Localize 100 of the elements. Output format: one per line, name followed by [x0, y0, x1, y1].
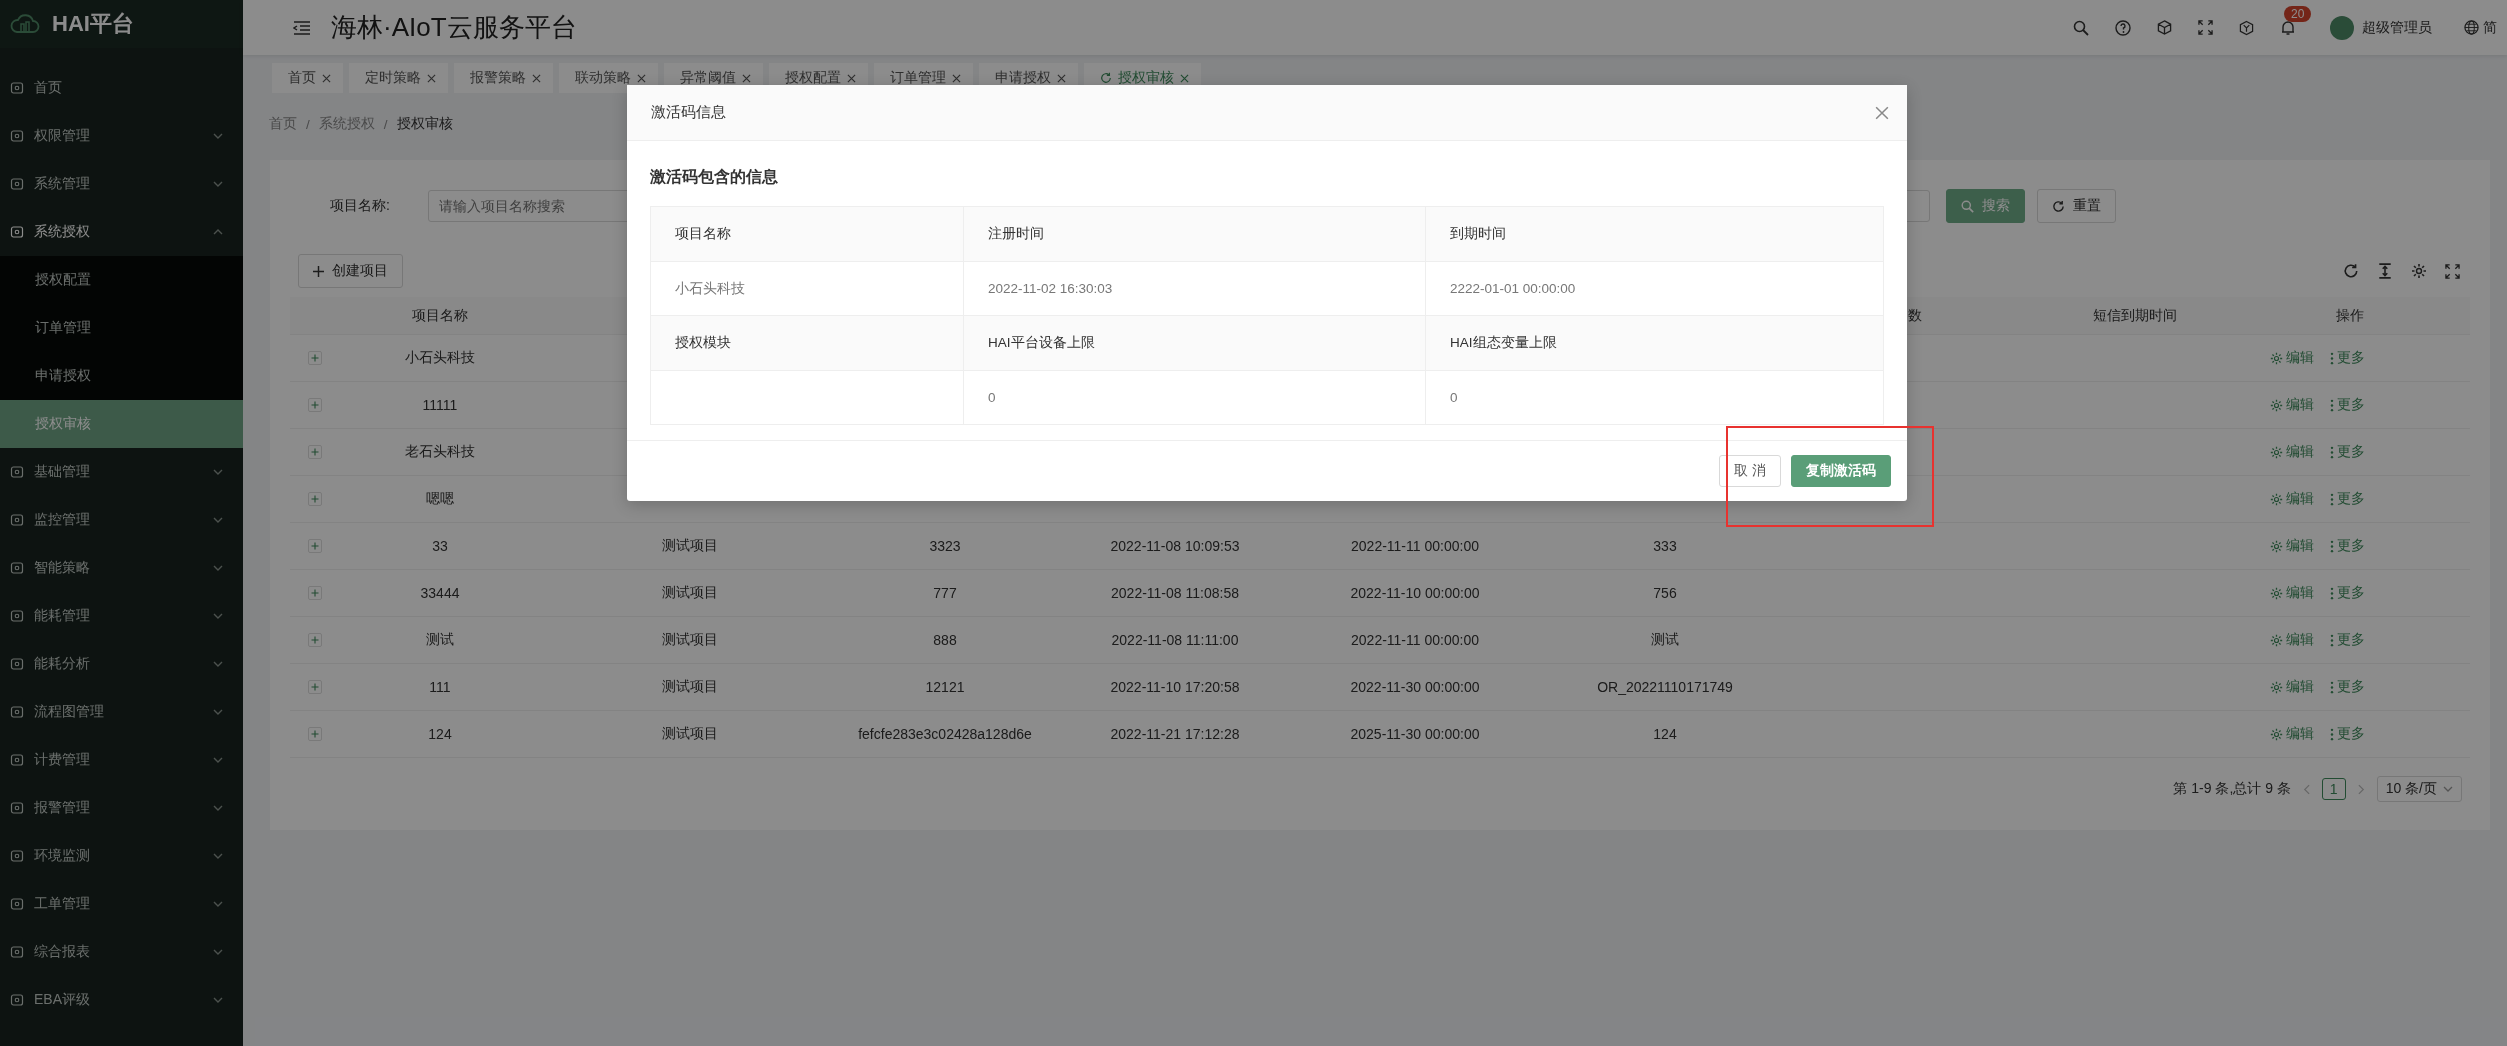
more-link[interactable]: 更多	[2330, 349, 2365, 367]
settings-icon[interactable]	[2411, 263, 2427, 279]
close-icon[interactable]	[532, 73, 541, 83]
menu-fold-icon[interactable]	[293, 20, 311, 35]
edit-link[interactable]: 编辑	[2270, 490, 2314, 508]
close-icon[interactable]	[322, 73, 331, 83]
sidebar-item[interactable]: 能耗管理	[0, 592, 243, 640]
fullscreen-icon[interactable]	[2445, 263, 2460, 279]
close-icon[interactable]	[1875, 105, 1889, 120]
menu-icon	[10, 513, 24, 527]
more-link[interactable]: 更多	[2330, 725, 2365, 743]
sidebar-item[interactable]: 基础管理	[0, 448, 243, 496]
edit-link[interactable]: 编辑	[2270, 584, 2314, 602]
table-cell: 嗯嗯	[426, 490, 454, 508]
field-value: 2022-11-02 16:30:03	[988, 281, 1113, 296]
help-icon[interactable]	[2115, 19, 2131, 36]
menu-icon	[10, 561, 24, 575]
edit-link[interactable]: 编辑	[2270, 678, 2314, 696]
field-label: HAI组态变量上限	[1450, 334, 1557, 352]
breadcrumb-item[interactable]: 首页	[269, 115, 297, 133]
menu-icon	[10, 657, 24, 671]
search-icon[interactable]	[2073, 19, 2089, 36]
more-link[interactable]: 更多	[2330, 537, 2365, 555]
close-icon[interactable]	[1180, 73, 1189, 83]
reset-button[interactable]: 重置	[2037, 189, 2116, 223]
column-height-icon[interactable]	[2377, 263, 2393, 279]
sidebar-item[interactable]: 系统管理	[0, 160, 243, 208]
table-cell: 124	[428, 726, 452, 742]
sidebar-item[interactable]: 系统授权	[0, 208, 243, 256]
page-tab[interactable]: 报警策略	[454, 63, 553, 93]
submenu-item[interactable]: 授权配置	[0, 256, 243, 304]
more-link[interactable]: 更多	[2330, 584, 2365, 602]
globe-icon[interactable]	[2464, 20, 2479, 35]
sidebar-item[interactable]: 计费管理	[0, 736, 243, 784]
page-tab[interactable]: 联动策略	[559, 63, 658, 93]
sidebar-item[interactable]: 权限管理	[0, 112, 243, 160]
more-icon	[2330, 633, 2334, 647]
close-icon[interactable]	[952, 73, 961, 83]
more-link[interactable]: 更多	[2330, 678, 2365, 696]
submenu-item[interactable]: 订单管理	[0, 304, 243, 352]
column-header: 项目名称	[412, 306, 468, 325]
field-label: 项目名称	[675, 225, 731, 243]
page-tab[interactable]: 定时策略	[349, 63, 448, 93]
search-button[interactable]: 搜索	[1946, 189, 2025, 223]
breadcrumb-item[interactable]: 系统授权	[318, 115, 375, 133]
close-icon[interactable]	[637, 73, 646, 83]
page-size-select[interactable]: 10 条/页	[2376, 776, 2462, 802]
more-link[interactable]: 更多	[2330, 396, 2365, 414]
fullscreen-icon[interactable]	[2198, 20, 2213, 35]
menu-icon	[10, 849, 24, 863]
cube-icon[interactable]	[2157, 20, 2172, 35]
field-value: 小石头科技	[675, 279, 745, 298]
sidebar-item[interactable]: 监控管理	[0, 496, 243, 544]
reload-icon[interactable]	[2343, 263, 2359, 279]
submenu-item[interactable]: 申请授权	[0, 352, 243, 400]
edit-link[interactable]: 编辑	[2270, 631, 2314, 649]
edit-link[interactable]: 编辑	[2270, 443, 2314, 461]
avatar[interactable]	[2330, 15, 2354, 40]
close-icon[interactable]	[847, 73, 856, 83]
sidebar-item[interactable]: EBA评级	[0, 976, 243, 1024]
copy-activation-code-button[interactable]: 复制激活码	[1791, 455, 1891, 487]
user-name[interactable]: 超级管理员	[2362, 18, 2432, 37]
language-label[interactable]: 简	[2483, 18, 2497, 37]
refresh-icon	[1100, 72, 1112, 84]
field-value: 2222-01-01 00:00:00	[1450, 281, 1576, 296]
table-cell: 33444	[420, 585, 460, 601]
notification-bell-icon[interactable]	[2280, 19, 2296, 36]
field-label: 到期时间	[1450, 225, 1506, 243]
sidebar-item[interactable]: 流程图管理	[0, 688, 243, 736]
page-number[interactable]: 1	[2321, 778, 2346, 800]
menu-icon	[10, 129, 24, 143]
create-project-button[interactable]: 创建项目	[298, 254, 403, 288]
search-label: 项目名称:	[330, 197, 391, 215]
sidebar-item[interactable]: 综合报表	[0, 928, 243, 976]
sidebar-item[interactable]: 能耗分析	[0, 640, 243, 688]
sidebar-item[interactable]: 工单管理	[0, 880, 243, 928]
more-link[interactable]: 更多	[2330, 490, 2365, 508]
chevron-icon	[213, 565, 223, 571]
edit-link[interactable]: 编辑	[2270, 349, 2314, 367]
cancel-button[interactable]: 取 消	[1719, 455, 1781, 487]
more-link[interactable]: 更多	[2330, 443, 2365, 461]
close-icon[interactable]	[427, 73, 436, 83]
settings-icon	[2270, 539, 2283, 553]
field-label: 授权模块	[675, 334, 731, 352]
chevron-icon	[213, 181, 223, 187]
edit-link[interactable]: 编辑	[2270, 396, 2314, 414]
edit-link[interactable]: 编辑	[2270, 725, 2314, 743]
page-tab[interactable]: 首页	[272, 63, 343, 93]
field-value: 0	[1450, 390, 1458, 405]
sidebar-item[interactable]: 报警管理	[0, 784, 243, 832]
more-link[interactable]: 更多	[2330, 631, 2365, 649]
close-icon[interactable]	[742, 73, 751, 83]
sidebar-item[interactable]: 首页	[0, 64, 243, 112]
hexagon-icon[interactable]	[2239, 19, 2254, 36]
sidebar-item[interactable]: 环境监测	[0, 832, 243, 880]
submenu-item[interactable]: 授权审核	[0, 400, 243, 448]
sidebar-item[interactable]: 智能策略	[0, 544, 243, 592]
edit-link[interactable]: 编辑	[2270, 537, 2314, 555]
close-icon[interactable]	[1057, 73, 1066, 83]
chevron-icon	[213, 949, 223, 955]
